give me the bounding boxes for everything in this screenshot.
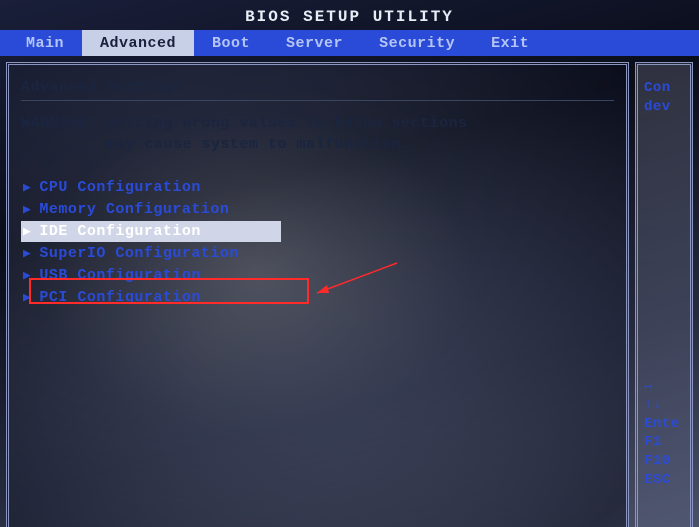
main-area: Advanced Settings WARNING: Setting wrong… xyxy=(6,62,693,527)
menu-item-usb-configuration[interactable]: ▶ USB Configuration xyxy=(21,265,614,286)
menu-item-memory-configuration[interactable]: ▶ Memory Configuration xyxy=(21,199,614,220)
help-hint-top: Con dev xyxy=(644,79,684,117)
menu-item-pci-configuration[interactable]: ▶ PCI Configuration xyxy=(21,287,614,308)
menu-item-label: USB Configuration xyxy=(39,267,201,284)
tab-label: Main xyxy=(26,35,64,52)
triangle-right-icon: ▶ xyxy=(23,268,31,283)
help-panel: Con dev ↔ ↑↓ Ente F1 F10 ESC xyxy=(635,62,693,527)
panel-heading: Advanced Settings xyxy=(21,79,614,96)
tab-label: Exit xyxy=(491,35,529,52)
tab-boot[interactable]: Boot xyxy=(194,30,268,56)
spacer xyxy=(644,117,684,377)
triangle-right-icon: ▶ xyxy=(23,290,31,305)
menu-item-label: CPU Configuration xyxy=(39,179,201,196)
menu-item-ide-configuration[interactable]: ▶ IDE Configuration xyxy=(21,221,281,242)
menu-item-superio-configuration[interactable]: ▶ SuperIO Configuration xyxy=(21,243,614,264)
tab-label: Advanced xyxy=(100,35,176,52)
triangle-right-icon: ▶ xyxy=(23,224,31,239)
tab-security[interactable]: Security xyxy=(361,30,473,56)
tab-label: Security xyxy=(379,35,455,52)
menu-item-label: PCI Configuration xyxy=(39,289,201,306)
help-hint-keys: ↔ ↑↓ Ente F1 F10 ESC xyxy=(644,377,684,490)
tab-server[interactable]: Server xyxy=(268,30,361,56)
menu-item-label: SuperIO Configuration xyxy=(39,245,239,262)
tab-exit[interactable]: Exit xyxy=(473,30,547,56)
content-panel: Advanced Settings WARNING: Setting wrong… xyxy=(6,62,629,527)
triangle-right-icon: ▶ xyxy=(23,246,31,261)
menu-item-label: Memory Configuration xyxy=(39,201,229,218)
triangle-right-icon: ▶ xyxy=(23,180,31,195)
tab-label: Server xyxy=(286,35,343,52)
triangle-right-icon: ▶ xyxy=(23,202,31,217)
tab-main[interactable]: Main xyxy=(8,30,82,56)
tab-label: Boot xyxy=(212,35,250,52)
utility-title: BIOS SETUP UTILITY xyxy=(0,0,699,30)
bios-screen: BIOS SETUP UTILITY Main Advanced Boot Se… xyxy=(0,0,699,527)
tab-advanced[interactable]: Advanced xyxy=(82,30,194,56)
menu-item-label: IDE Configuration xyxy=(39,223,201,240)
top-tabs: Main Advanced Boot Server Security Exit xyxy=(0,30,699,56)
divider xyxy=(21,100,614,101)
menu-item-cpu-configuration[interactable]: ▶ CPU Configuration xyxy=(21,177,614,198)
warning-text: WARNING: Setting wrong values in below s… xyxy=(21,113,614,155)
